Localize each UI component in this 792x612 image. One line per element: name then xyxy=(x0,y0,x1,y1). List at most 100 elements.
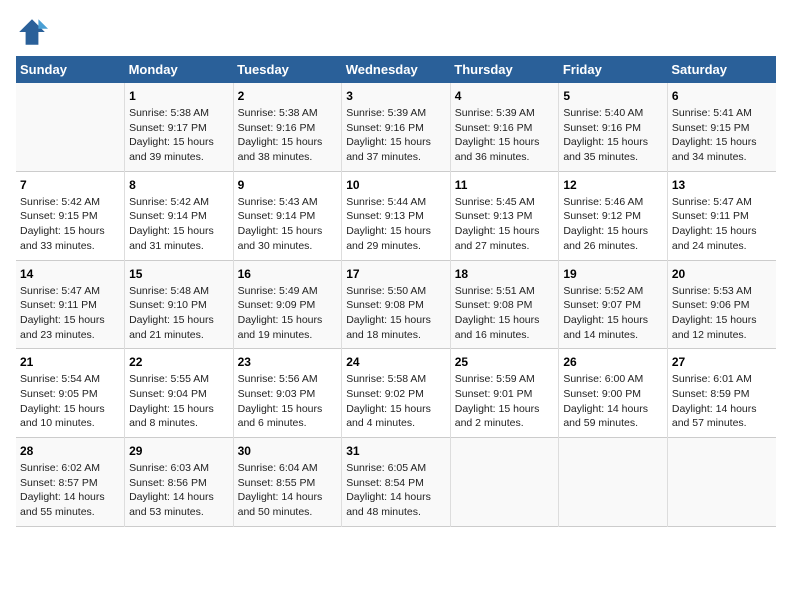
calendar-cell: 8 Sunrise: 5:42 AMSunset: 9:14 PMDaylight… xyxy=(125,171,234,260)
day-header-wednesday: Wednesday xyxy=(342,56,451,83)
calendar-cell xyxy=(667,438,776,527)
calendar-cell: 3 Sunrise: 5:39 AMSunset: 9:16 PMDaylight… xyxy=(342,83,451,171)
calendar-cell: 22 Sunrise: 5:55 AMSunset: 9:04 PMDayligh… xyxy=(125,349,234,438)
calendar-cell: 26 Sunrise: 6:00 AMSunset: 9:00 PMDayligh… xyxy=(559,349,668,438)
day-info: Sunrise: 5:59 AMSunset: 9:01 PMDaylight:… xyxy=(455,372,555,431)
day-info: Sunrise: 5:38 AMSunset: 9:17 PMDaylight:… xyxy=(129,106,229,165)
day-header-friday: Friday xyxy=(559,56,668,83)
day-number: 26 xyxy=(563,355,663,369)
day-info: Sunrise: 5:54 AMSunset: 9:05 PMDaylight:… xyxy=(20,372,120,431)
calendar-cell: 13Sunrise: 5:47 AMSunset: 9:11 PMDayligh… xyxy=(667,171,776,260)
day-number: 17 xyxy=(346,267,446,281)
calendar-cell: 30Sunrise: 6:04 AMSunset: 8:55 PMDayligh… xyxy=(233,438,342,527)
day-info: Sunrise: 5:44 AMSunset: 9:13 PMDaylight:… xyxy=(346,195,446,254)
calendar-cell: 31 Sunrise: 6:05 AMSunset: 8:54 PMDayligh… xyxy=(342,438,451,527)
day-header-thursday: Thursday xyxy=(450,56,559,83)
day-info: Sunrise: 5:39 AMSunset: 9:16 PMDaylight:… xyxy=(346,106,446,165)
day-number: 11 xyxy=(455,178,555,192)
day-number: 24 xyxy=(346,355,446,369)
day-info: Sunrise: 5:46 AMSunset: 9:12 PMDaylight:… xyxy=(563,195,663,254)
calendar-cell: 24 Sunrise: 5:58 AMSunset: 9:02 PMDayligh… xyxy=(342,349,451,438)
day-header-saturday: Saturday xyxy=(667,56,776,83)
day-number: 5 xyxy=(563,89,663,103)
day-number: 19 xyxy=(563,267,663,281)
calendar-cell: 17Sunrise: 5:50 AMSunset: 9:08 PMDayligh… xyxy=(342,260,451,349)
calendar-cell: 11 Sunrise: 5:45 AMSunset: 9:13 PMDayligh… xyxy=(450,171,559,260)
calendar-cell: 20 Sunrise: 5:53 AMSunset: 9:06 PMDayligh… xyxy=(667,260,776,349)
day-info: Sunrise: 5:56 AMSunset: 9:03 PMDaylight:… xyxy=(238,372,338,431)
day-info: Sunrise: 5:47 AMSunset: 9:11 PMDaylight:… xyxy=(672,195,772,254)
logo xyxy=(16,16,52,48)
calendar-cell: 27 Sunrise: 6:01 AMSunset: 8:59 PMDayligh… xyxy=(667,349,776,438)
calendar-week-5: 28 Sunrise: 6:02 AMSunset: 8:57 PMDayligh… xyxy=(16,438,776,527)
day-info: Sunrise: 5:51 AMSunset: 9:08 PMDaylight:… xyxy=(455,284,555,343)
day-number: 25 xyxy=(455,355,555,369)
day-number: 8 xyxy=(129,178,229,192)
day-number: 9 xyxy=(238,178,338,192)
day-number: 16 xyxy=(238,267,338,281)
calendar-cell xyxy=(16,83,125,171)
day-info: Sunrise: 5:42 AMSunset: 9:15 PMDaylight:… xyxy=(20,195,120,254)
calendar-week-3: 14Sunrise: 5:47 AMSunset: 9:11 PMDayligh… xyxy=(16,260,776,349)
day-info: Sunrise: 5:49 AMSunset: 9:09 PMDaylight:… xyxy=(238,284,338,343)
day-info: Sunrise: 5:38 AMSunset: 9:16 PMDaylight:… xyxy=(238,106,338,165)
day-number: 23 xyxy=(238,355,338,369)
calendar-cell: 21 Sunrise: 5:54 AMSunset: 9:05 PMDayligh… xyxy=(16,349,125,438)
calendar-cell: 5 Sunrise: 5:40 AMSunset: 9:16 PMDaylight… xyxy=(559,83,668,171)
day-number: 29 xyxy=(129,444,229,458)
calendar-cell: 7 Sunrise: 5:42 AMSunset: 9:15 PMDaylight… xyxy=(16,171,125,260)
day-number: 4 xyxy=(455,89,555,103)
calendar-cell: 18 Sunrise: 5:51 AMSunset: 9:08 PMDayligh… xyxy=(450,260,559,349)
calendar-week-4: 21 Sunrise: 5:54 AMSunset: 9:05 PMDayligh… xyxy=(16,349,776,438)
day-info: Sunrise: 6:01 AMSunset: 8:59 PMDaylight:… xyxy=(672,372,772,431)
day-number: 10 xyxy=(346,178,446,192)
day-number: 27 xyxy=(672,355,772,369)
day-info: Sunrise: 5:55 AMSunset: 9:04 PMDaylight:… xyxy=(129,372,229,431)
calendar-cell: 2 Sunrise: 5:38 AMSunset: 9:16 PMDaylight… xyxy=(233,83,342,171)
day-number: 30 xyxy=(238,444,338,458)
day-number: 2 xyxy=(238,89,338,103)
day-info: Sunrise: 6:02 AMSunset: 8:57 PMDaylight:… xyxy=(20,461,120,520)
calendar-cell: 1 Sunrise: 5:38 AMSunset: 9:17 PMDaylight… xyxy=(125,83,234,171)
day-number: 7 xyxy=(20,178,120,192)
calendar-cell xyxy=(450,438,559,527)
calendar-header: SundayMondayTuesdayWednesdayThursdayFrid… xyxy=(16,56,776,83)
day-number: 6 xyxy=(672,89,772,103)
calendar-cell: 12 Sunrise: 5:46 AMSunset: 9:12 PMDayligh… xyxy=(559,171,668,260)
calendar-cell: 6Sunrise: 5:41 AMSunset: 9:15 PMDaylight… xyxy=(667,83,776,171)
calendar-cell: 4Sunrise: 5:39 AMSunset: 9:16 PMDaylight… xyxy=(450,83,559,171)
day-info: Sunrise: 6:03 AMSunset: 8:56 PMDaylight:… xyxy=(129,461,229,520)
logo-icon xyxy=(16,16,48,48)
calendar-cell: 25 Sunrise: 5:59 AMSunset: 9:01 PMDayligh… xyxy=(450,349,559,438)
day-number: 20 xyxy=(672,267,772,281)
day-info: Sunrise: 5:53 AMSunset: 9:06 PMDaylight:… xyxy=(672,284,772,343)
calendar-cell xyxy=(559,438,668,527)
calendar-week-1: 1 Sunrise: 5:38 AMSunset: 9:17 PMDaylight… xyxy=(16,83,776,171)
day-number: 21 xyxy=(20,355,120,369)
day-header-sunday: Sunday xyxy=(16,56,125,83)
calendar-cell: 29 Sunrise: 6:03 AMSunset: 8:56 PMDayligh… xyxy=(125,438,234,527)
day-info: Sunrise: 5:58 AMSunset: 9:02 PMDaylight:… xyxy=(346,372,446,431)
day-info: Sunrise: 5:40 AMSunset: 9:16 PMDaylight:… xyxy=(563,106,663,165)
day-header-tuesday: Tuesday xyxy=(233,56,342,83)
calendar-table: SundayMondayTuesdayWednesdayThursdayFrid… xyxy=(16,56,776,527)
day-number: 15 xyxy=(129,267,229,281)
day-header-monday: Monday xyxy=(125,56,234,83)
day-number: 1 xyxy=(129,89,229,103)
calendar-cell: 15Sunrise: 5:48 AMSunset: 9:10 PMDayligh… xyxy=(125,260,234,349)
day-number: 3 xyxy=(346,89,446,103)
day-info: Sunrise: 5:47 AMSunset: 9:11 PMDaylight:… xyxy=(20,284,120,343)
calendar-cell: 23 Sunrise: 5:56 AMSunset: 9:03 PMDayligh… xyxy=(233,349,342,438)
day-info: Sunrise: 6:00 AMSunset: 9:00 PMDaylight:… xyxy=(563,372,663,431)
day-info: Sunrise: 5:45 AMSunset: 9:13 PMDaylight:… xyxy=(455,195,555,254)
day-number: 31 xyxy=(346,444,446,458)
day-number: 18 xyxy=(455,267,555,281)
day-info: Sunrise: 6:05 AMSunset: 8:54 PMDaylight:… xyxy=(346,461,446,520)
day-number: 28 xyxy=(20,444,120,458)
day-number: 22 xyxy=(129,355,229,369)
calendar-cell: 10 Sunrise: 5:44 AMSunset: 9:13 PMDayligh… xyxy=(342,171,451,260)
calendar-cell: 9Sunrise: 5:43 AMSunset: 9:14 PMDaylight… xyxy=(233,171,342,260)
day-number: 12 xyxy=(563,178,663,192)
calendar-cell: 28 Sunrise: 6:02 AMSunset: 8:57 PMDayligh… xyxy=(16,438,125,527)
day-info: Sunrise: 5:42 AMSunset: 9:14 PMDaylight:… xyxy=(129,195,229,254)
